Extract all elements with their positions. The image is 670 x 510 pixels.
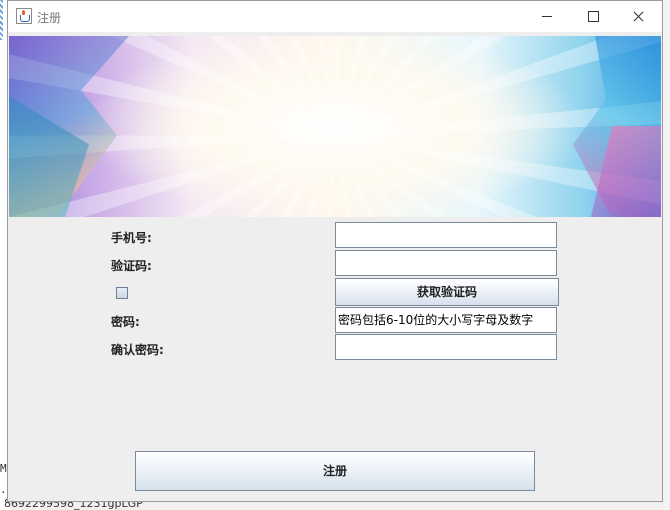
maximize-icon	[588, 11, 599, 22]
phone-label: 手机号:	[111, 231, 152, 245]
get-code-button[interactable]: 获取验证码	[335, 278, 559, 306]
confirm-password-label: 确认密码:	[111, 343, 164, 357]
minimize-button[interactable]	[524, 1, 570, 32]
window-title: 注册	[37, 11, 62, 25]
agree-checkbox[interactable]	[116, 287, 128, 299]
desktop-pattern	[0, 0, 3, 40]
register-button[interactable]: 注册	[135, 451, 535, 491]
desktop-background-right	[663, 0, 670, 510]
minimize-icon	[542, 16, 552, 17]
phone-input[interactable]	[335, 222, 557, 248]
confirm-password-input[interactable]	[335, 334, 557, 360]
banner-image	[9, 36, 661, 217]
close-button[interactable]	[616, 1, 662, 32]
code-label: 验证码:	[111, 259, 152, 273]
password-label: 密码:	[111, 315, 140, 329]
title-bar[interactable]: 注册	[8, 1, 662, 32]
register-window: 注册 手机号: 验证码: 获取验证码 密码: 密码包括6-10位的大小写字母及数…	[7, 0, 663, 502]
verification-code-input[interactable]	[335, 250, 557, 276]
maximize-button[interactable]	[570, 1, 616, 32]
password-input[interactable]: 密码包括6-10位的大小写字母及数字	[335, 307, 557, 333]
java-cup-icon	[16, 8, 32, 24]
